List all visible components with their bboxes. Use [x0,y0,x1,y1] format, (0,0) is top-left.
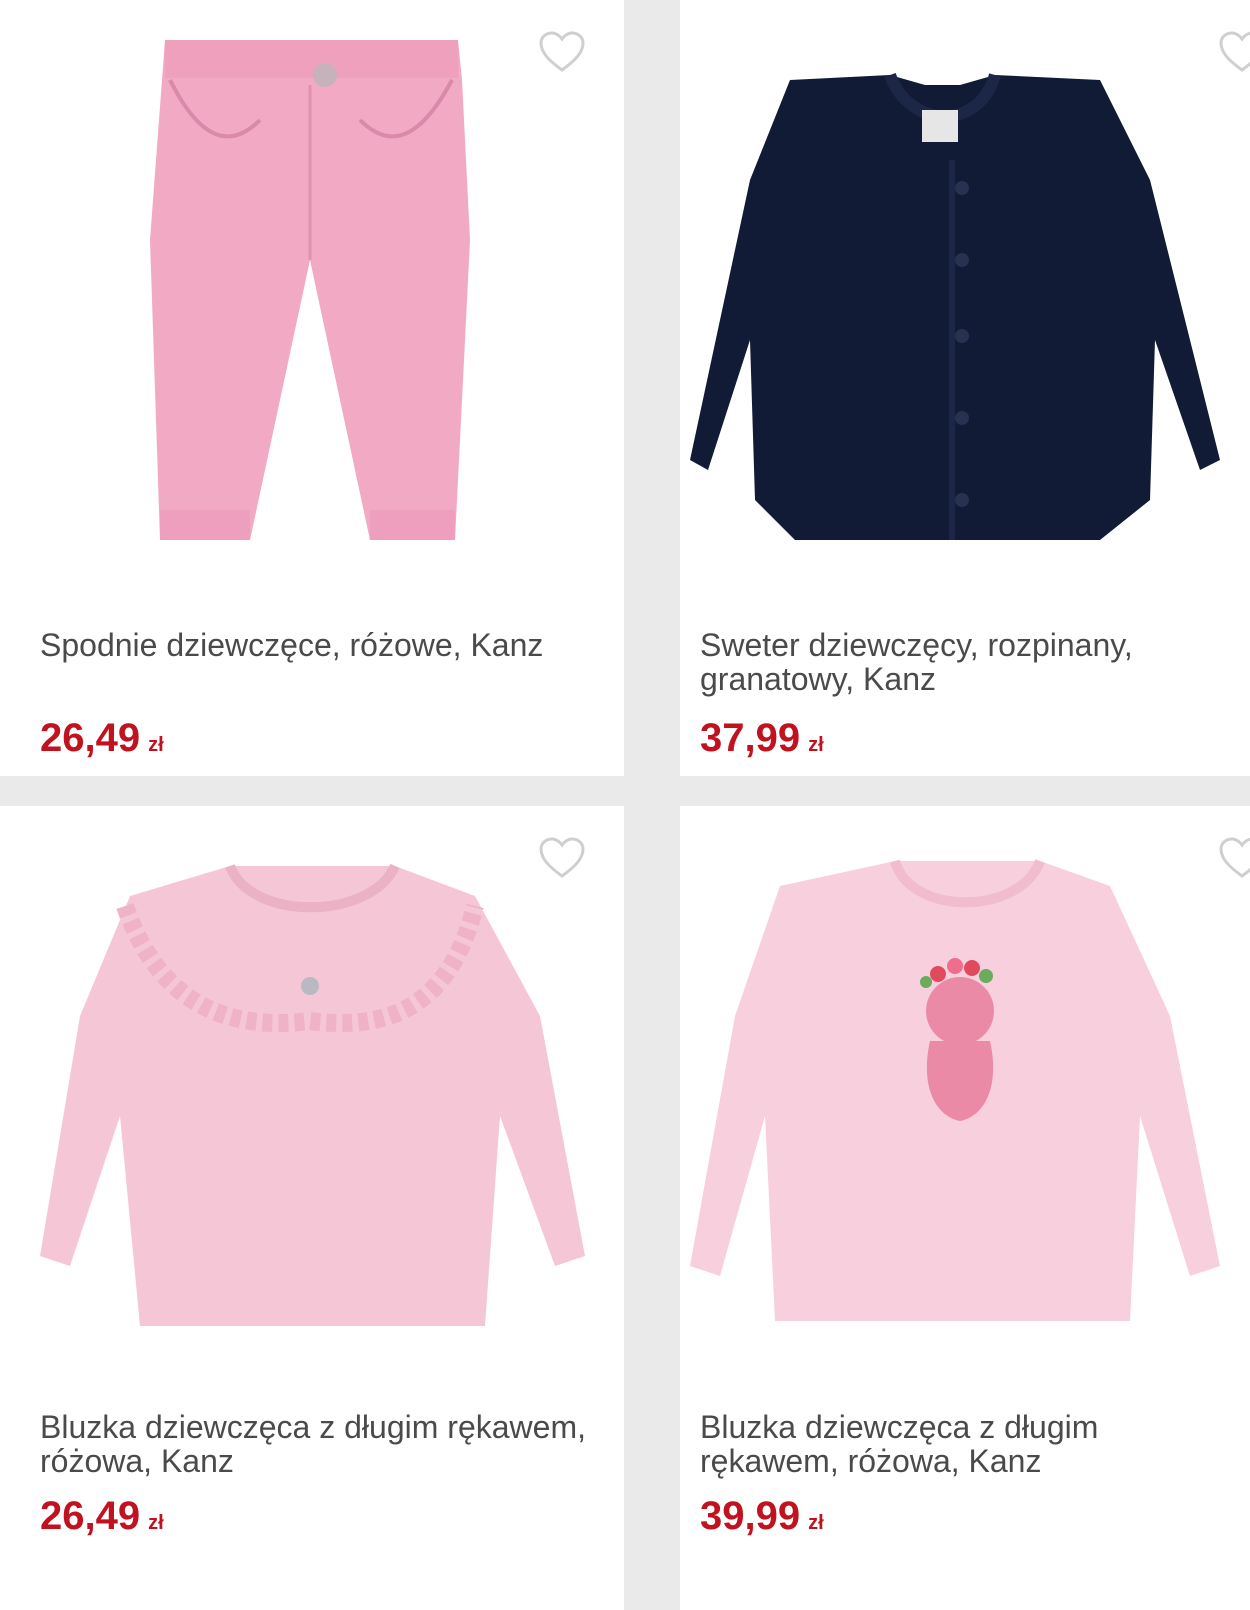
product-name[interactable]: Sweter dziewczęcy, rozpinany, granatowy,… [700,628,1230,696]
price-value: 37,99 [700,716,801,760]
product-card[interactable]: Sweter dziewczęcy, rozpinany, granatowy,… [680,0,1250,776]
product-price: 39,99 zł [700,1494,824,1545]
price-value: 26,49 [40,716,141,760]
price-currency: zł [808,1512,824,1534]
price-currency: zł [148,734,164,756]
product-price: 26,49 zł [40,1494,164,1545]
product-image[interactable] [0,40,624,580]
product-card[interactable]: Bluzka dziewczęca z długim rękawem, różo… [680,806,1250,1610]
product-name[interactable]: Bluzka dziewczęca z długim rękawem, różo… [700,1410,1230,1478]
price-value: 26,49 [40,1494,141,1538]
product-card[interactable]: Spodnie dziewczęce, różowe, Kanz 26,49 zł [0,0,624,776]
product-image[interactable] [680,846,1250,1386]
product-price: 26,49 zł [40,716,164,767]
product-image[interactable] [680,40,1250,580]
price-currency: zł [148,1512,164,1534]
product-card[interactable]: Bluzka dziewczęca z długim rękawem, różo… [0,806,624,1610]
product-image[interactable] [0,846,624,1386]
product-name[interactable]: Bluzka dziewczęca z długim rękawem, różo… [40,1410,604,1478]
price-currency: zł [808,734,824,756]
product-price: 37,99 zł [700,716,824,767]
price-value: 39,99 [700,1494,801,1538]
product-name[interactable]: Spodnie dziewczęce, różowe, Kanz [40,628,604,662]
